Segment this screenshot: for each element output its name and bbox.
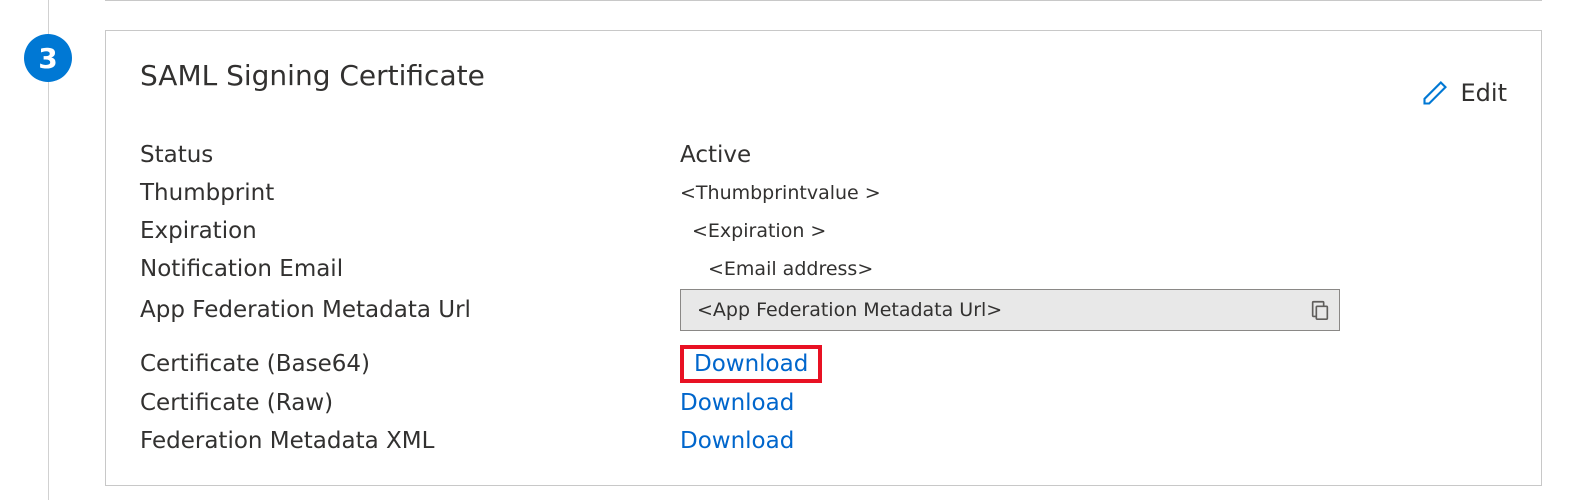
value-notification-email: <Email address> — [680, 258, 873, 280]
pencil-icon — [1421, 79, 1449, 107]
download-raw-link[interactable]: Download — [680, 390, 794, 416]
row-cert-base64: Certificate (Base64) Download — [140, 345, 1507, 383]
row-notification-email: Notification Email <Email address> — [140, 251, 1507, 287]
saml-signing-certificate-card: SAML Signing Certificate Edit Status Act… — [105, 30, 1542, 486]
label-metadata-url: App Federation Metadata Url — [140, 297, 680, 323]
row-metadata-url: App Federation Metadata Url <App Federat… — [140, 289, 1507, 331]
value-status: Active — [680, 142, 751, 168]
copy-icon — [1309, 299, 1331, 321]
edit-label: Edit — [1461, 79, 1507, 107]
card-header: SAML Signing Certificate Edit — [140, 59, 1507, 107]
step-number: 3 — [38, 42, 57, 75]
step-number-badge: 3 — [24, 34, 72, 82]
row-cert-raw: Certificate (Raw) Download — [140, 385, 1507, 421]
download-base64-link[interactable]: Download — [694, 351, 808, 377]
highlight-download-base64: Download — [680, 345, 822, 383]
copy-button[interactable] — [1309, 299, 1331, 321]
metadata-url-input[interactable]: <App Federation Metadata Url> — [680, 289, 1340, 331]
card-title: SAML Signing Certificate — [140, 59, 485, 92]
row-status: Status Active — [140, 137, 1507, 173]
label-expiration: Expiration — [140, 218, 680, 244]
label-cert-base64: Certificate (Base64) — [140, 351, 680, 377]
label-fed-metadata-xml: Federation Metadata XML — [140, 428, 680, 454]
row-fed-metadata-xml: Federation Metadata XML Download — [140, 423, 1507, 459]
row-expiration: Expiration <Expiration > — [140, 213, 1507, 249]
value-thumbprint: <Thumbprintvalue > — [680, 182, 881, 204]
label-status: Status — [140, 142, 680, 168]
edit-button[interactable]: Edit — [1421, 79, 1507, 107]
row-thumbprint: Thumbprint <Thumbprintvalue > — [140, 175, 1507, 211]
value-metadata-url: <App Federation Metadata Url> — [697, 299, 1309, 321]
download-xml-link[interactable]: Download — [680, 428, 794, 454]
value-expiration: <Expiration > — [680, 220, 826, 242]
label-thumbprint: Thumbprint — [140, 180, 680, 206]
label-cert-raw: Certificate (Raw) — [140, 390, 680, 416]
top-border-line — [105, 0, 1542, 1]
label-notification-email: Notification Email — [140, 256, 680, 282]
